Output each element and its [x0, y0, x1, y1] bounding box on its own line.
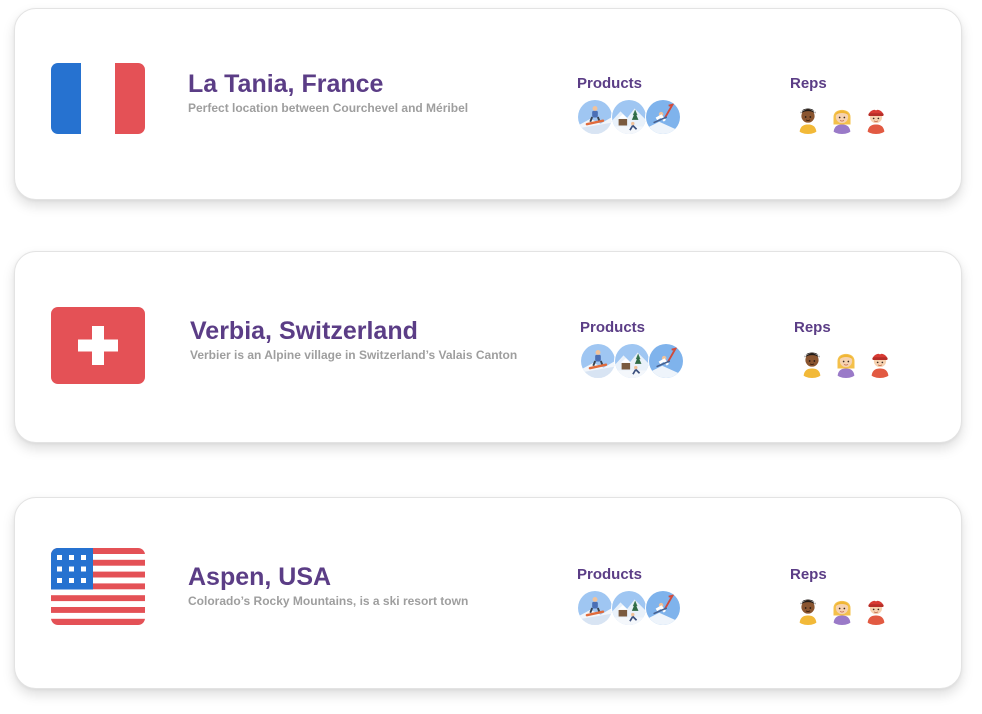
- location-card-verbia[interactable]: Verbia, Switzerland Verbier is an Alpine…: [14, 251, 962, 443]
- snowboarder-icon[interactable]: [580, 343, 616, 379]
- rep-avatar-blonde-icon[interactable]: [824, 99, 860, 135]
- product-avatars: [577, 99, 681, 135]
- reps-group: Reps: [790, 75, 894, 135]
- ski-jump-icon[interactable]: [648, 343, 684, 379]
- ski-jump-icon[interactable]: [645, 99, 681, 135]
- rep-avatar-dark-hair-icon[interactable]: [790, 99, 826, 135]
- rep-avatar-blonde-icon[interactable]: [824, 590, 860, 626]
- reps-label: Reps: [794, 319, 831, 336]
- snow-village-icon[interactable]: [611, 99, 647, 135]
- location-title: Verbia, Switzerland: [190, 317, 418, 345]
- products-label: Products: [580, 319, 646, 336]
- location-title: Aspen, USA: [188, 563, 332, 591]
- rep-avatars: [790, 99, 894, 135]
- snow-village-icon[interactable]: [611, 590, 647, 626]
- products-group: Products: [577, 75, 681, 135]
- products-group: Products: [580, 319, 684, 379]
- products-label: Products: [577, 75, 643, 92]
- products-label: Products: [577, 566, 643, 583]
- snow-village-icon[interactable]: [614, 343, 650, 379]
- snowboarder-icon[interactable]: [577, 590, 613, 626]
- reps-group: Reps: [790, 566, 894, 626]
- rep-avatar-red-hat-icon[interactable]: [862, 343, 898, 379]
- rep-avatar-red-hat-icon[interactable]: [858, 99, 894, 135]
- rep-avatar-dark-hair-icon[interactable]: [794, 343, 830, 379]
- product-avatars: [580, 343, 684, 379]
- reps-group: Reps: [794, 319, 898, 379]
- location-card-aspen[interactable]: Aspen, USA Colorado’s Rocky Mountains, i…: [14, 497, 962, 689]
- location-card-la-tania[interactable]: La Tania, France Perfect location betwee…: [14, 8, 962, 200]
- location-description: Colorado’s Rocky Mountains, is a ski res…: [188, 594, 469, 608]
- product-avatars: [577, 590, 681, 626]
- snowboarder-icon[interactable]: [577, 99, 613, 135]
- location-info: Verbia, Switzerland Verbier is an Alpine…: [190, 315, 517, 362]
- location-title: La Tania, France: [188, 70, 384, 98]
- rep-avatars: [794, 343, 898, 379]
- location-info: Aspen, USA Colorado’s Rocky Mountains, i…: [188, 561, 468, 608]
- reps-label: Reps: [790, 75, 827, 92]
- location-description: Perfect location between Courchevel and …: [188, 101, 469, 115]
- rep-avatar-red-hat-icon[interactable]: [858, 590, 894, 626]
- rep-avatar-dark-hair-icon[interactable]: [790, 590, 826, 626]
- ski-jump-icon[interactable]: [645, 590, 681, 626]
- location-description: Verbier is an Alpine village in Switzerl…: [190, 348, 518, 362]
- rep-avatar-blonde-icon[interactable]: [828, 343, 864, 379]
- rep-avatars: [790, 590, 894, 626]
- france-flag-icon: [51, 63, 145, 134]
- products-group: Products: [577, 566, 681, 626]
- location-info: La Tania, France Perfect location betwee…: [188, 68, 468, 115]
- switzerland-flag-icon: [51, 307, 145, 384]
- usa-flag-icon: [51, 548, 145, 625]
- reps-label: Reps: [790, 566, 827, 583]
